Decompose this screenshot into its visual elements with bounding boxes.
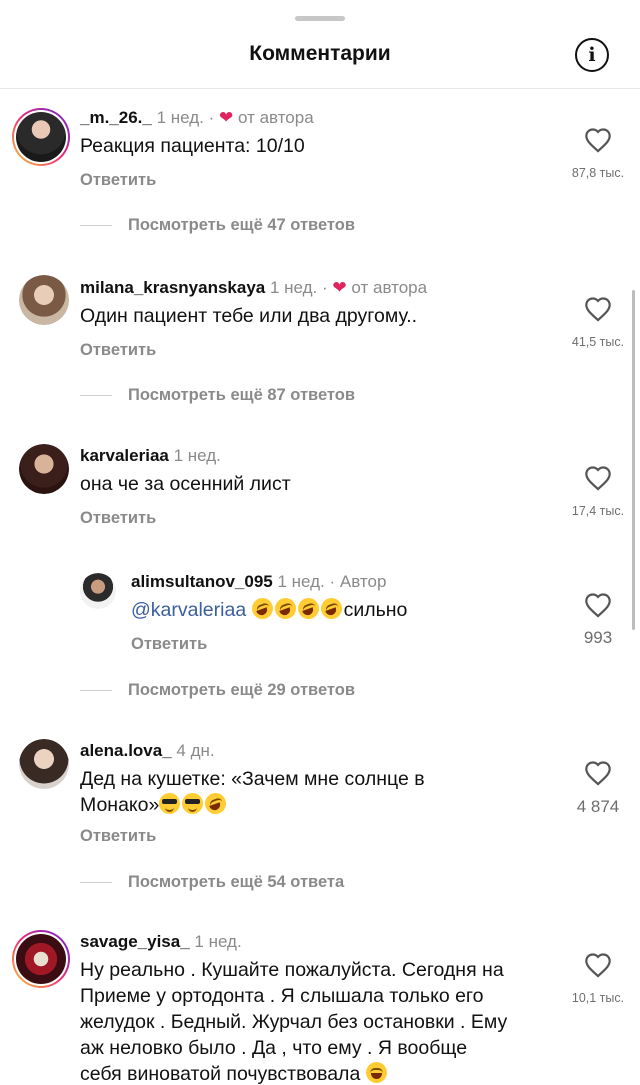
reply-button[interactable]: Ответить — [80, 509, 156, 528]
sunglasses-emoji-icon — [182, 793, 204, 814]
username[interactable]: milana_krasnyanskaya — [80, 278, 265, 297]
timestamp: 1 нед. — [194, 932, 242, 951]
rofl-emoji-icon — [205, 793, 227, 814]
rofl-emoji-icon — [251, 598, 273, 619]
comment-meta: savage_yisa_ 1 нед. — [80, 932, 242, 952]
comment-text: Дед на кушетке: «Зачем мне солнце в Мона… — [80, 768, 425, 816]
like-count: 993 — [583, 628, 613, 647]
timestamp: 4 дн. — [176, 741, 215, 760]
timestamp: 1 нед. — [269, 278, 318, 297]
like-count: 4 874 — [576, 797, 620, 816]
rofl-emoji-icon — [274, 598, 296, 619]
username[interactable]: karvaleriaa — [80, 446, 169, 465]
view-more-replies[interactable]: Посмотреть ещё 47 ответов — [80, 216, 355, 235]
view-more-replies[interactable]: Посмотреть ещё 54 ответа — [80, 873, 344, 892]
replies-divider-line — [80, 225, 112, 226]
avatar[interactable] — [12, 108, 70, 166]
timestamp: 1 нед. — [156, 108, 204, 127]
heart-icon[interactable] — [584, 465, 612, 491]
rofl-emoji-icon — [320, 598, 342, 619]
author-liked-heart-icon: ❤ — [219, 108, 234, 127]
header-divider — [0, 88, 640, 89]
scrollbar[interactable] — [632, 290, 635, 630]
heart-icon[interactable] — [584, 127, 612, 153]
avatar[interactable] — [19, 739, 69, 789]
reply-button[interactable]: Ответить — [80, 171, 156, 190]
comment-meta: milana_krasnyanskaya 1 нед. · ❤ от автор… — [80, 278, 428, 297]
comment-text: Ну реально . Кушайте пожалуйста. Сегодня… — [80, 959, 508, 1085]
comment-meta: karvaleriaa 1 нед. — [80, 446, 221, 466]
author-badge: Автор — [339, 572, 387, 591]
heart-icon[interactable] — [584, 952, 612, 978]
page-title: Комментарии — [249, 42, 391, 65]
like-count: 17,4 тыс. — [571, 504, 625, 518]
username[interactable]: alimsultanov_095 — [131, 572, 273, 591]
reply-button[interactable]: Ответить — [80, 341, 156, 360]
comment-meta: alena.lova_ 4 дн. — [80, 741, 215, 761]
rofl-emoji-icon — [297, 598, 319, 619]
comment-text: Реакция пациента: 10/10 — [80, 135, 305, 157]
timestamp: 1 нед. — [277, 572, 325, 591]
liked-by-author-label: от автора — [351, 278, 428, 297]
reply-button[interactable]: Ответить — [80, 827, 156, 846]
heart-icon[interactable] — [584, 592, 612, 618]
comment-meta: _m._26._ 1 нед. · ❤ от автора — [80, 108, 314, 127]
timestamp: 1 нед. — [173, 446, 221, 465]
info-icon[interactable]: i — [575, 38, 609, 72]
comment-text: @karvaleriaa сильно — [131, 598, 408, 621]
replies-divider-line — [80, 690, 112, 691]
comment-text: Один пациент тебе или два другому.. — [80, 305, 418, 327]
drag-handle[interactable] — [295, 16, 345, 21]
avatar[interactable] — [80, 573, 116, 609]
replies-divider-line — [80, 395, 112, 396]
heart-icon[interactable] — [584, 296, 612, 322]
like-count: 41,5 тыс. — [571, 335, 625, 349]
sunglasses-emoji-icon — [159, 793, 181, 814]
username[interactable]: _m._26._ — [80, 108, 152, 127]
username[interactable]: savage_yisa_ — [80, 932, 190, 951]
heart-icon[interactable] — [584, 760, 612, 786]
comment-meta: alimsultanov_095 1 нед. · Автор — [131, 572, 387, 591]
avatar[interactable] — [19, 444, 69, 494]
author-liked-heart-icon: ❤ — [332, 278, 347, 297]
replies-divider-line — [80, 882, 112, 883]
tears-of-joy-emoji-icon — [365, 1062, 387, 1083]
like-count: 87,8 тыс. — [571, 166, 625, 180]
comment-text: она че за осенний лист — [80, 473, 291, 495]
view-more-replies[interactable]: Посмотреть ещё 29 ответов — [80, 681, 355, 700]
avatar[interactable] — [12, 930, 70, 988]
username[interactable]: alena.lova_ — [80, 741, 172, 760]
avatar[interactable] — [19, 275, 69, 325]
mention-link[interactable]: @karvaleriaa — [131, 599, 246, 621]
liked-by-author-label: от автора — [238, 108, 314, 127]
reply-button[interactable]: Ответить — [131, 635, 207, 654]
comments-sheet: Комментарии i _m._26._ 1 нед. · ❤ от авт… — [0, 0, 640, 1085]
like-count: 10,1 тыс. — [571, 991, 625, 1005]
view-more-replies[interactable]: Посмотреть ещё 87 ответов — [80, 386, 355, 405]
